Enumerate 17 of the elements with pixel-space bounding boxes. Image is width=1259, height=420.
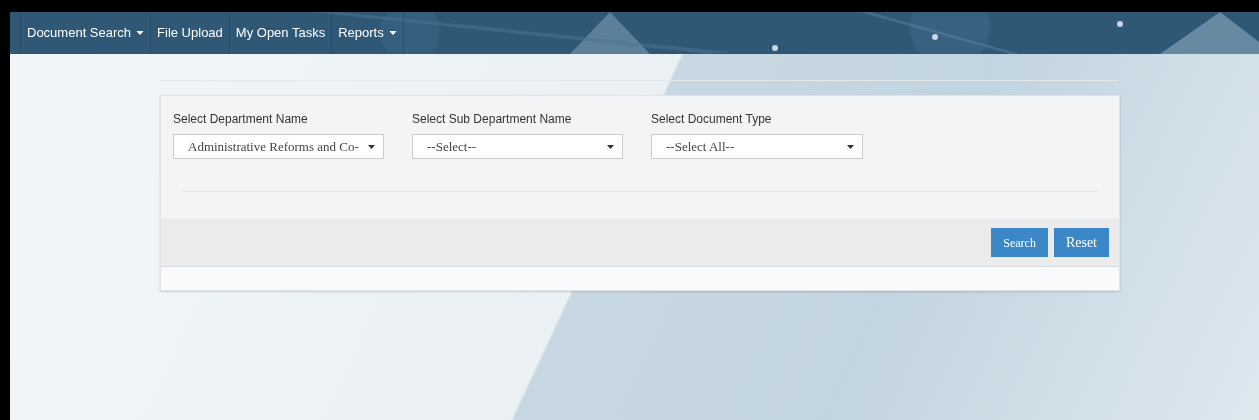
caret-icon: [136, 31, 145, 35]
field-label: Select Sub Department Name: [412, 111, 573, 128]
caret-icon: [607, 143, 614, 150]
nav-link[interactable]: Document Search: [20, 12, 151, 54]
caret-icon: [847, 143, 854, 150]
nav-link[interactable]: Reports: [331, 12, 404, 54]
caret-icon: [388, 31, 397, 35]
dropdown-field[interactable]: Administrative Reforms and Co-: [173, 134, 384, 159]
field-label: Select Department Name: [173, 111, 309, 128]
dropdown-field[interactable]: --Select--: [412, 134, 623, 159]
caret-icon: [368, 143, 375, 150]
field-label: Select Document Type: [651, 111, 773, 128]
reset-button[interactable]: Reset: [1053, 228, 1109, 257]
dropdown-field[interactable]: --Select All--: [651, 134, 863, 159]
search-button[interactable]: Search: [991, 228, 1048, 257]
nav-link[interactable]: File Upload: [150, 12, 229, 54]
nav-link[interactable]: My Open Tasks: [228, 12, 332, 54]
